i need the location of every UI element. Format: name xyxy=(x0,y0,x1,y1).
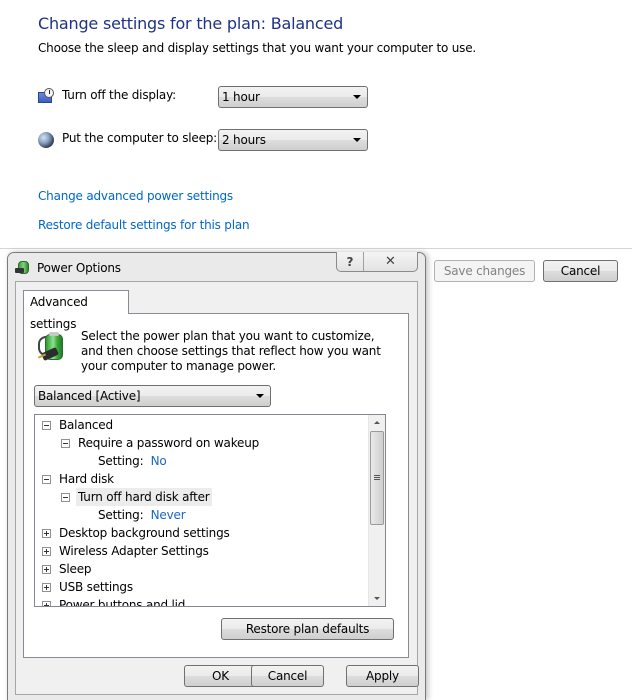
title-bar[interactable]: Power Options ? ✕ xyxy=(8,252,425,281)
tree-item[interactable]: Setting: No xyxy=(35,452,365,470)
setting-row-display: Turn off the display: xyxy=(38,85,176,107)
ok-button[interactable]: OK xyxy=(184,665,257,687)
sleep-moon-icon xyxy=(38,131,54,148)
tree-item[interactable]: Wireless Adapter Settings xyxy=(35,542,365,560)
scroll-up-icon[interactable] xyxy=(374,421,380,424)
setting-value-link[interactable]: No xyxy=(151,454,167,468)
collapse-icon[interactable] xyxy=(42,475,51,484)
dialog-body: Advanced settings Select the power plan … xyxy=(15,281,419,695)
tree-item[interactable]: USB settings xyxy=(35,578,365,596)
chevron-down-icon xyxy=(256,394,264,398)
expand-icon[interactable] xyxy=(42,565,51,574)
power-options-dialog: Power Options ? ✕ Advanced settings Sele… xyxy=(7,252,426,700)
tree-item[interactable]: Turn off hard disk after xyxy=(35,488,365,506)
help-icon: ? xyxy=(346,254,354,269)
setting-label: Setting: xyxy=(98,454,144,468)
help-button[interactable]: ? xyxy=(337,252,364,271)
scroll-thumb[interactable] xyxy=(370,431,384,525)
tree-item-label: Sleep xyxy=(59,562,92,576)
page-subtitle: Choose the sleep and display settings th… xyxy=(38,41,477,55)
settings-tree[interactable]: Balanced Require a password on wakeup Sett… xyxy=(34,414,386,607)
save-changes-button[interactable]: Save changes xyxy=(434,260,535,282)
cancel-button[interactable]: Cancel xyxy=(543,260,618,282)
vertical-scrollbar[interactable] xyxy=(368,415,385,606)
tree-item[interactable]: Sleep xyxy=(35,560,365,578)
tree-item-label: Wireless Adapter Settings xyxy=(59,544,209,558)
display-timeout-select[interactable]: 1 hour xyxy=(218,86,368,108)
tree-item-label: Hard disk xyxy=(59,472,114,486)
close-button[interactable]: ✕ xyxy=(364,252,417,271)
scroll-down-icon[interactable] xyxy=(374,597,380,600)
expand-icon[interactable] xyxy=(42,547,51,556)
chevron-down-icon xyxy=(353,95,361,99)
tree-item-label: Balanced xyxy=(59,418,113,432)
tab-panel: Select the power plan that you want to c… xyxy=(23,313,409,658)
tree-item[interactable]: Power buttons and lid xyxy=(35,596,365,607)
chevron-down-icon xyxy=(353,138,361,142)
setting-value-link[interactable]: Never xyxy=(151,508,186,522)
caption-buttons: ? ✕ xyxy=(336,252,418,272)
collapse-icon[interactable] xyxy=(61,439,70,448)
setting-row-sleep: Put the computer to sleep: xyxy=(38,128,217,150)
tree-item[interactable]: Desktop background settings xyxy=(35,524,365,542)
collapse-icon[interactable] xyxy=(42,421,51,430)
dialog-title: Power Options xyxy=(37,261,121,275)
tree-item-label: Desktop background settings xyxy=(59,526,230,540)
tree-item[interactable]: Hard disk xyxy=(35,470,365,488)
tree-item-label: Turn off hard disk after xyxy=(76,488,212,506)
display-clock-icon xyxy=(38,88,54,104)
tab-advanced-settings[interactable]: Advanced settings xyxy=(23,290,129,331)
expand-icon[interactable] xyxy=(42,601,51,606)
setting-line: Setting: Never xyxy=(98,506,186,524)
tree-item-label: Require a password on wakeup xyxy=(78,436,260,450)
change-advanced-settings-link[interactable]: Change advanced power settings xyxy=(38,189,233,203)
sleep-label: Put the computer to sleep: xyxy=(62,131,218,145)
power-plan-icon xyxy=(36,332,68,364)
intro-text: Select the power plan that you want to c… xyxy=(81,329,381,373)
apply-button[interactable]: Apply xyxy=(346,665,419,687)
power-plan-value: Balanced [Active] xyxy=(38,389,141,403)
close-icon: ✕ xyxy=(385,254,396,269)
expand-icon[interactable] xyxy=(42,583,51,592)
tree-item[interactable]: Setting: Never xyxy=(35,506,365,524)
tree-item-label: Power buttons and lid xyxy=(59,598,186,607)
dialog-cancel-button[interactable]: Cancel xyxy=(251,665,324,687)
power-options-icon xyxy=(15,260,31,276)
display-timeout-value: 1 hour xyxy=(222,90,260,104)
expand-icon[interactable] xyxy=(42,529,51,538)
divider xyxy=(0,248,632,249)
display-label: Turn off the display: xyxy=(62,88,176,102)
tree-item[interactable]: Require a password on wakeup xyxy=(35,434,365,452)
tree-item[interactable]: Balanced xyxy=(35,416,365,434)
sleep-timeout-value: 2 hours xyxy=(222,133,266,147)
setting-label: Setting: xyxy=(98,508,144,522)
page-title: Change settings for the plan: Balanced xyxy=(38,14,344,33)
setting-line: Setting: No xyxy=(98,452,167,470)
power-plan-select[interactable]: Balanced [Active] xyxy=(34,385,271,407)
tree-item-label: USB settings xyxy=(59,580,133,594)
sleep-timeout-select[interactable]: 2 hours xyxy=(218,129,368,151)
restore-plan-defaults-button[interactable]: Restore plan defaults xyxy=(221,618,394,640)
collapse-icon[interactable] xyxy=(61,493,70,502)
restore-defaults-link[interactable]: Restore default settings for this plan xyxy=(38,218,250,232)
